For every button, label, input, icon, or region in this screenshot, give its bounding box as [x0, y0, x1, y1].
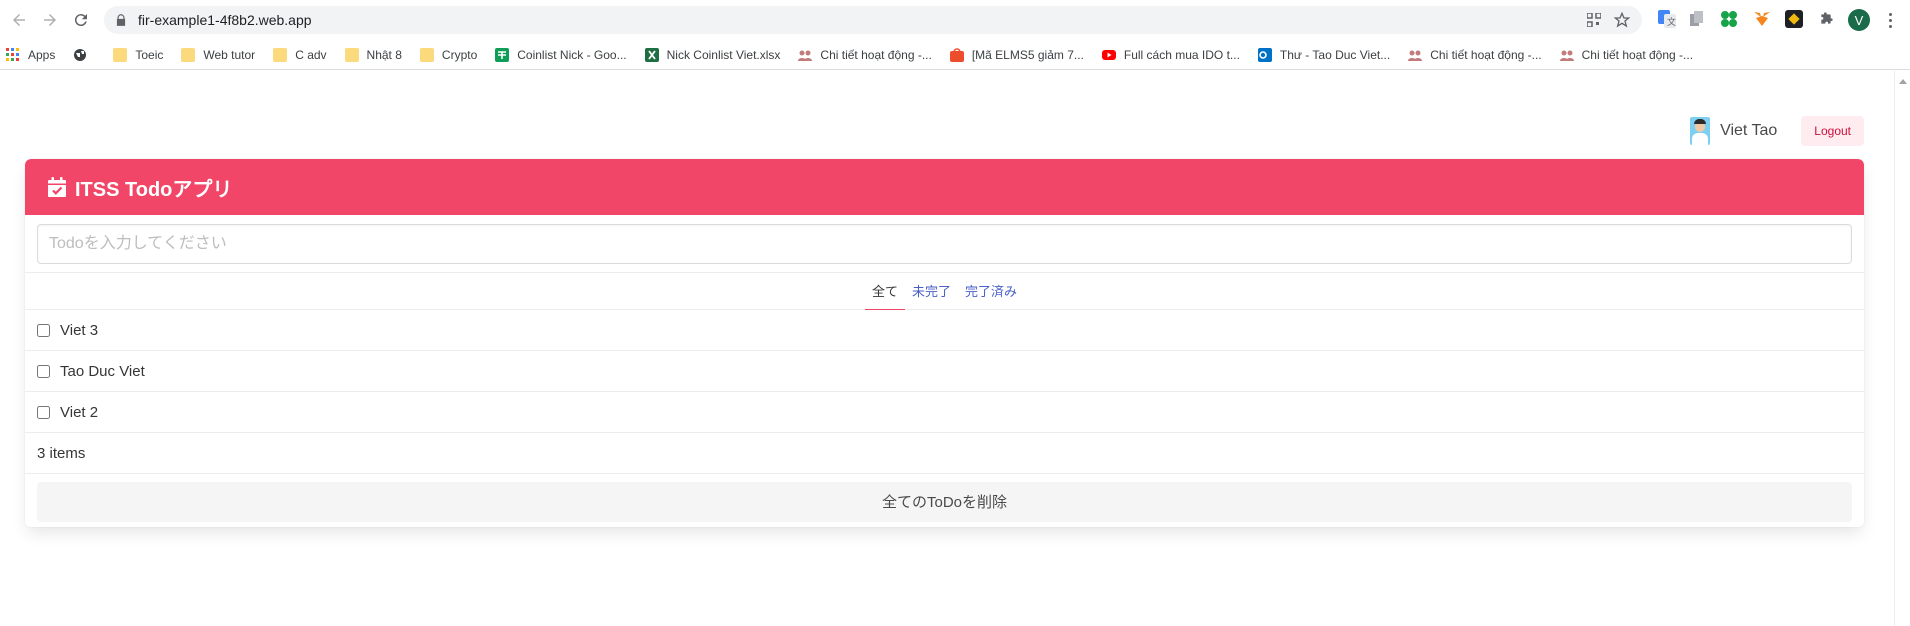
- todo-checkbox[interactable]: [37, 405, 50, 419]
- folder-icon: [344, 47, 359, 62]
- user-bar: Viet Tao Logout: [1690, 116, 1864, 146]
- bookmark-label: C adv: [295, 47, 327, 62]
- menu-kebab-icon[interactable]: [1882, 10, 1898, 30]
- todo-label: Viet 2: [60, 403, 99, 421]
- clear-all-button[interactable]: 全てのToDoを削除: [37, 481, 1852, 522]
- apps-grid-icon: [6, 47, 20, 62]
- bookmark-folder-nhat-8[interactable]: Nhật 8: [344, 47, 402, 62]
- bookmark-folder-web-tutor[interactable]: Web tutor: [181, 47, 256, 62]
- bookmark-label: Chi tiết hoạt động -...: [820, 47, 932, 62]
- outlook-icon: [1257, 47, 1272, 62]
- people-icon: [1559, 48, 1574, 62]
- copy-extension-icon[interactable]: [1686, 8, 1708, 30]
- bookmark-coinlist-xlsx[interactable]: Nick Coinlist Viet.xlsx: [644, 47, 781, 62]
- user-name: Viet Tao: [1720, 122, 1778, 139]
- tab-all[interactable]: 全て: [864, 273, 905, 310]
- clover-extension-icon[interactable]: [1718, 8, 1740, 30]
- bookmark-label: Nick Coinlist Viet.xlsx: [666, 47, 781, 62]
- bookmark-label: Web tutor: [203, 47, 256, 62]
- reload-button[interactable]: [69, 8, 93, 32]
- calendar-check-icon: [48, 177, 66, 197]
- url-text: fir-example1-4f8b2.web.app: [138, 12, 312, 28]
- browser-toolbar: fir-example1-4f8b2.web.app 文 V: [0, 0, 1910, 40]
- metamask-extension-icon[interactable]: [1751, 8, 1773, 30]
- youtube-icon: [1101, 48, 1116, 62]
- bookmark-label: Apps: [28, 47, 56, 62]
- bookmarks-bar: Apps Toeic Web tutor C adv Nhật 8 Crypto…: [0, 40, 1910, 70]
- bookmark-coinlist-sheet[interactable]: Coinlist Nick - Goo...: [495, 47, 627, 62]
- clear-block: 全てのToDoを削除: [25, 474, 1864, 527]
- profile-avatar[interactable]: V: [1848, 9, 1870, 31]
- bookmark-activity-1[interactable]: Chi tiết hoạt động -...: [798, 47, 932, 62]
- bookmark-activity-3[interactable]: Chi tiết hoạt động -...: [1559, 47, 1694, 62]
- folder-icon: [273, 47, 288, 62]
- lock-icon: [116, 14, 126, 26]
- page-scrollbar[interactable]: [1894, 71, 1910, 626]
- puzzle-extensions-icon[interactable]: [1815, 8, 1837, 30]
- bookmark-folder-c-adv[interactable]: C adv: [273, 47, 327, 62]
- user-avatar: [1690, 117, 1711, 145]
- todo-checkbox[interactable]: [37, 364, 50, 378]
- todo-input[interactable]: [37, 223, 1852, 264]
- app-title: ITSS Todoアプリ: [75, 178, 233, 201]
- todo-item[interactable]: Viet 2: [25, 392, 1864, 433]
- people-icon: [1408, 48, 1423, 62]
- tab-incomplete[interactable]: 未完了: [905, 273, 958, 310]
- arrow-right-icon: [44, 14, 56, 26]
- tab-completed[interactable]: 完了済み: [958, 273, 1024, 310]
- bookmark-label: Thư - Tao Duc Viet...: [1279, 47, 1391, 62]
- logout-button[interactable]: Logout: [1801, 116, 1864, 146]
- folder-icon: [181, 47, 196, 62]
- bookmark-shopee[interactable]: [Mã ELMS5 giảm 7...: [949, 47, 1084, 62]
- todo-panel: ITSS Todoアプリ 全て 未完了 完了済み Viet 3 Tao Duc …: [25, 159, 1864, 527]
- binance-extension-icon[interactable]: [1783, 8, 1805, 30]
- bookmark-label: Toeic: [135, 47, 164, 62]
- bookmark-label: Full cách mua IDO t...: [1123, 47, 1240, 62]
- qr-code-icon[interactable]: [1584, 10, 1604, 30]
- bookmark-activity-2[interactable]: Chi tiết hoạt động -...: [1408, 47, 1542, 62]
- todo-item[interactable]: Viet 3: [25, 310, 1864, 351]
- forward-button[interactable]: [38, 8, 62, 32]
- star-icon[interactable]: [1612, 10, 1632, 30]
- folder-icon: [113, 47, 128, 62]
- svg-text:文: 文: [1667, 16, 1676, 28]
- shopee-icon: [949, 47, 964, 62]
- scroll-up-arrow-icon[interactable]: [1898, 79, 1907, 84]
- bookmark-label: Crypto: [441, 47, 478, 62]
- reload-icon: [74, 14, 87, 27]
- people-icon: [798, 48, 813, 62]
- bookmark-youtube[interactable]: Full cách mua IDO t...: [1101, 47, 1240, 62]
- globe-icon: [73, 48, 87, 62]
- folder-icon: [419, 47, 434, 62]
- arrow-left-icon: [13, 14, 25, 26]
- item-count: 3 items: [25, 433, 1864, 474]
- todo-checkbox[interactable]: [37, 323, 50, 337]
- address-bar[interactable]: fir-example1-4f8b2.web.app: [104, 6, 1642, 34]
- todo-label: Tao Duc Viet: [60, 362, 145, 380]
- bookmark-folder-toeic[interactable]: Toeic: [113, 47, 164, 62]
- back-button[interactable]: [7, 8, 31, 32]
- bookmark-folder-crypto[interactable]: Crypto: [419, 47, 478, 62]
- todo-label: Viet 3: [60, 321, 99, 339]
- excel-icon: [644, 47, 659, 62]
- bookmark-outlook[interactable]: Thư - Tao Duc Viet...: [1257, 47, 1391, 62]
- bookmark-label: [Mã ELMS5 giảm 7...: [971, 47, 1084, 62]
- bookmark-label: Chi tiết hoạt động -...: [1581, 47, 1694, 62]
- filter-tabs: 全て 未完了 完了済み: [25, 273, 1864, 310]
- sheets-icon: [495, 47, 510, 62]
- bookmark-label: Chi tiết hoạt động -...: [1430, 47, 1542, 62]
- todo-item[interactable]: Tao Duc Viet: [25, 351, 1864, 392]
- bookmark-globe[interactable]: [73, 48, 95, 62]
- bookmark-apps[interactable]: Apps: [6, 47, 56, 62]
- panel-heading: ITSS Todoアプリ: [25, 159, 1864, 215]
- bookmark-label: Coinlist Nick - Goo...: [517, 47, 627, 62]
- bookmark-label: Nhật 8: [366, 47, 402, 62]
- translate-extension-icon[interactable]: 文: [1656, 8, 1678, 30]
- input-block: [25, 215, 1864, 273]
